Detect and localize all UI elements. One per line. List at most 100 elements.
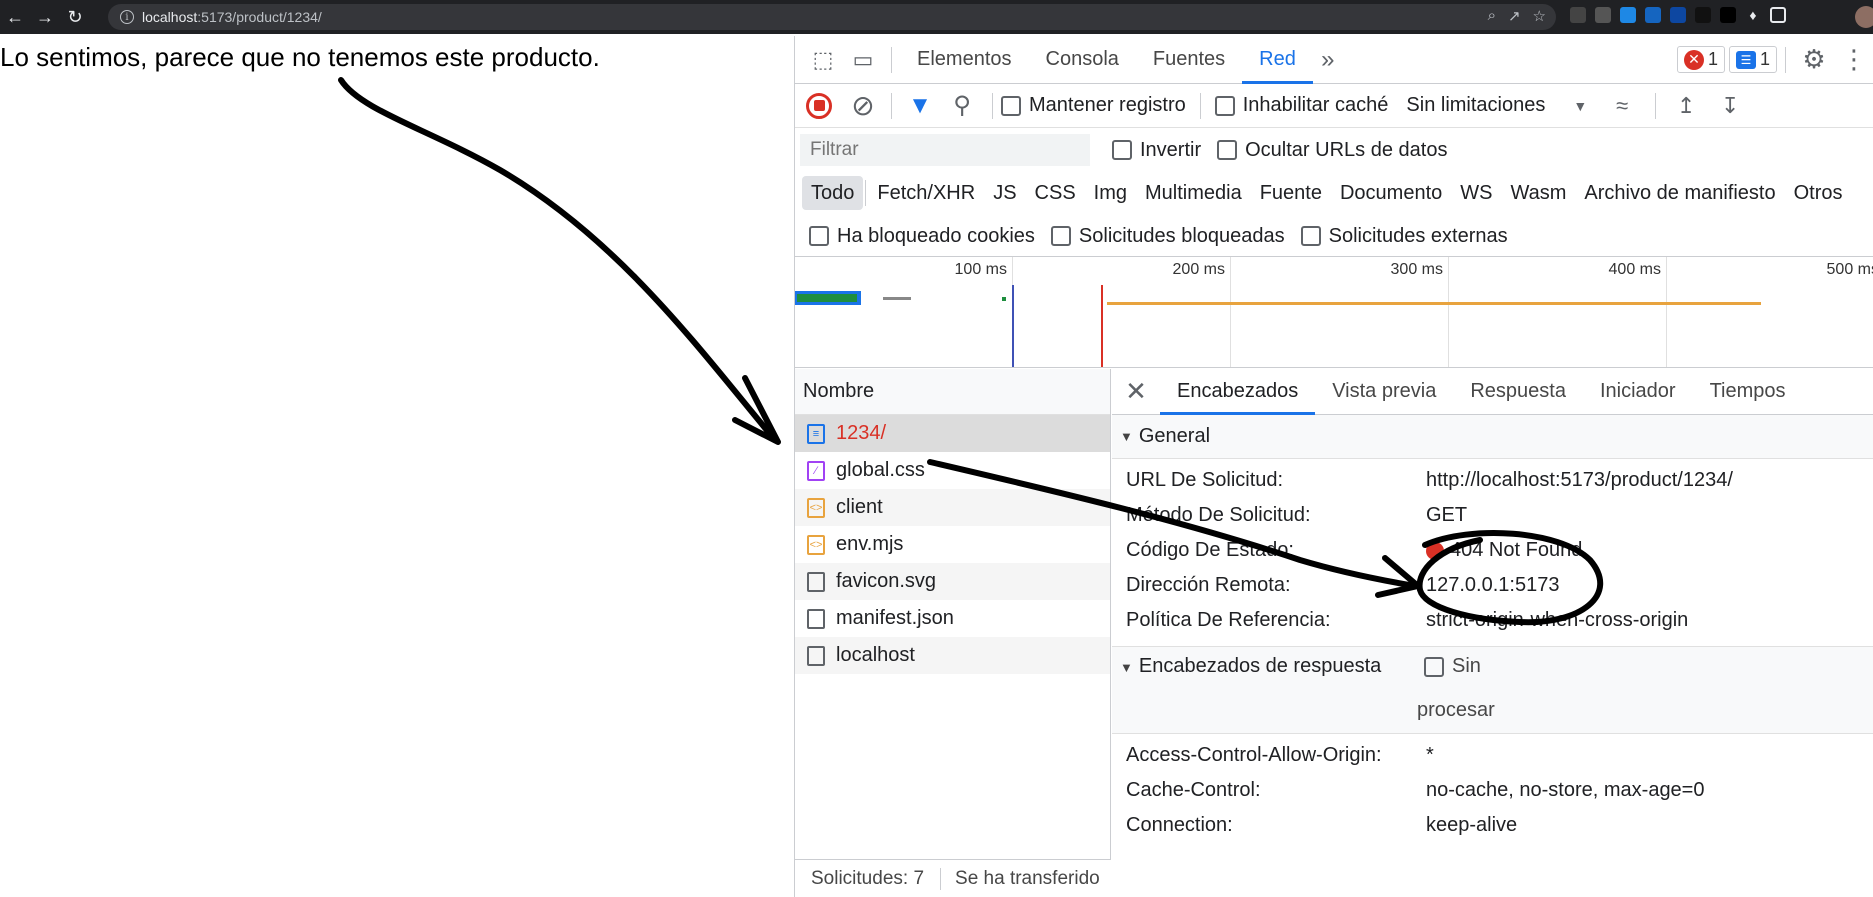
message-badge[interactable]: ☰ 1 — [1728, 46, 1777, 73]
type-filter-ws[interactable]: WS — [1451, 176, 1501, 210]
network-conditions-icon[interactable]: ≈ — [1597, 93, 1647, 119]
network-status-bar: Solicitudes: 7 Se ha transferido — [795, 859, 1111, 897]
timing-bar — [883, 297, 911, 300]
blocked-filters-row: Ha bloqueado cookies Solicitudes bloquea… — [795, 216, 1873, 256]
devtools-tab-bar: ⬚ ▭ Elementos Consola Fuentes Red » ✕ 1 … — [795, 36, 1873, 84]
clear-icon[interactable]: ⊘ — [843, 89, 883, 122]
share-icon[interactable]: ↗ — [1508, 7, 1521, 25]
forward-arrow-icon[interactable]: → — [30, 2, 60, 32]
request-row[interactable]: localhost — [795, 637, 1110, 674]
filter-funnel-icon[interactable]: ▼ — [900, 92, 940, 120]
search-icon[interactable]: ⚲ — [940, 91, 984, 120]
import-har-icon[interactable]: ↥ — [1664, 93, 1708, 119]
script-icon: <> — [807, 497, 825, 518]
close-icon[interactable]: ✕ — [1112, 376, 1160, 407]
request-row[interactable]: ∕ global.css — [795, 452, 1110, 489]
network-overview-timeline[interactable]: 100 ms 200 ms 300 ms 400 ms 500 ms — [795, 256, 1873, 368]
tab-initiator[interactable]: Iniciador — [1583, 369, 1693, 415]
extension-icon[interactable] — [1570, 7, 1586, 23]
type-filter-all[interactable]: Todo — [802, 176, 864, 210]
script-icon: <> — [807, 534, 825, 555]
raw-headers-checkbox[interactable]: Sin — [1424, 655, 1481, 678]
tick-label: 400 ms — [1608, 261, 1661, 278]
request-row[interactable]: ≡ 1234/ — [795, 415, 1110, 452]
error-badge[interactable]: ✕ 1 — [1676, 46, 1725, 73]
puzzle-extensions-icon[interactable]: ♦ — [1745, 7, 1761, 23]
extension-icon[interactable] — [1620, 7, 1636, 23]
type-filter-font[interactable]: Fuente — [1251, 176, 1331, 210]
device-toolbar-icon[interactable]: ▭ — [843, 47, 883, 73]
not-found-message: Lo sentimos, parece que no tenemos este … — [0, 42, 600, 72]
checkbox-box — [1214, 95, 1235, 116]
type-filter-other[interactable]: Otros — [1785, 176, 1852, 210]
request-row[interactable]: <> env.mjs — [795, 526, 1110, 563]
expand-triangle-icon: ▼ — [1120, 429, 1133, 444]
side-panel-icon[interactable] — [1770, 7, 1786, 23]
export-har-icon[interactable]: ↧ — [1708, 93, 1752, 119]
throttling-select[interactable]: Sin limitaciones ▼ — [1406, 94, 1587, 117]
timing-bar — [1002, 297, 1006, 301]
address-bar[interactable]: i localhost:5173/product/1234/ ⌕ ↗ ☆ — [108, 4, 1556, 30]
record-button[interactable] — [795, 92, 843, 119]
extension-icon[interactable] — [1595, 7, 1611, 23]
type-filter-manifest[interactable]: Archivo de manifiesto — [1575, 176, 1784, 210]
tab-network[interactable]: Red — [1242, 36, 1313, 84]
type-filter-doc[interactable]: Documento — [1331, 176, 1451, 210]
disable-cache-checkbox[interactable]: Inhabilitar caché — [1214, 94, 1388, 117]
reload-icon[interactable]: ↻ — [60, 2, 90, 32]
filter-input[interactable] — [800, 134, 1090, 166]
section-title: General — [1138, 425, 1211, 447]
request-row[interactable]: favicon.svg — [795, 563, 1110, 600]
type-filter-js[interactable]: JS — [984, 176, 1025, 210]
blocked-requests-checkbox[interactable]: Solicitudes bloqueadas — [1050, 224, 1285, 248]
profile-avatar[interactable] — [1855, 6, 1873, 28]
site-info-icon[interactable]: i — [120, 10, 134, 24]
invert-checkbox[interactable]: Invertir — [1112, 139, 1201, 162]
tab-console[interactable]: Consola — [1029, 36, 1136, 84]
tab-elements[interactable]: Elementos — [900, 36, 1029, 84]
extension-icon[interactable] — [1695, 7, 1711, 23]
tab-sources[interactable]: Fuentes — [1136, 36, 1242, 84]
stylesheet-icon: ∕ — [807, 460, 825, 481]
request-count: Solicitudes: 7 — [795, 867, 942, 890]
more-options-icon[interactable]: ⋮ — [1834, 44, 1873, 75]
tab-response[interactable]: Respuesta — [1453, 369, 1583, 415]
blocked-cookies-checkbox[interactable]: Ha bloqueado cookies — [809, 225, 1035, 248]
checkbox-box — [1217, 140, 1238, 160]
type-filter-wasm[interactable]: Wasm — [1501, 176, 1575, 210]
blocked-requests-label: Solicitudes bloqueadas — [1078, 224, 1285, 247]
settings-gear-icon[interactable]: ⚙ — [1794, 44, 1834, 75]
preserve-log-checkbox[interactable]: Mantener registro — [1001, 94, 1186, 117]
throttling-value: Sin limitaciones — [1406, 94, 1546, 116]
request-row[interactable]: <> client — [795, 489, 1110, 526]
raw-label-continued: procesar — [1417, 699, 1495, 721]
tab-headers[interactable]: Encabezados — [1160, 369, 1316, 415]
general-section-header[interactable]: ▼ General — [1112, 415, 1873, 459]
hide-data-urls-checkbox[interactable]: Ocultar URLs de datos — [1217, 139, 1447, 162]
more-tabs-icon[interactable]: » — [1313, 46, 1343, 74]
extension-icon[interactable] — [1720, 7, 1736, 23]
type-filter-img[interactable]: Img — [1085, 176, 1136, 210]
extension-icon[interactable] — [1670, 7, 1686, 23]
tab-timing[interactable]: Tiempos — [1693, 369, 1803, 415]
checkbox-box — [809, 226, 829, 246]
extension-icon[interactable] — [1645, 7, 1661, 23]
type-filter-media[interactable]: Multimedia — [1136, 176, 1251, 210]
zoom-icon[interactable]: ⌕ — [1488, 7, 1496, 25]
back-arrow-icon[interactable]: ← — [0, 2, 30, 32]
tab-preview[interactable]: Vista previa — [1315, 369, 1453, 415]
expand-triangle-icon: ▼ — [1120, 660, 1133, 675]
record-stop-icon — [806, 92, 832, 119]
type-filter-css[interactable]: CSS — [1026, 176, 1085, 210]
type-filter-fetch[interactable]: Fetch/XHR — [868, 176, 984, 210]
name-column-header[interactable]: Nombre — [795, 369, 1110, 415]
response-headers-section-header[interactable]: ▼ Encabezados de respuesta Sin procesar — [1112, 646, 1873, 734]
bookmark-star-icon[interactable]: ☆ — [1533, 7, 1546, 25]
request-row[interactable]: manifest.json — [795, 600, 1110, 637]
third-party-checkbox[interactable]: Solicitudes externas — [1300, 225, 1508, 248]
file-icon — [807, 608, 825, 629]
request-name: 1234/ — [836, 422, 887, 444]
inspect-element-icon[interactable]: ⬚ — [803, 47, 843, 73]
header-value: strict-origin-when-cross-origin — [1426, 609, 1689, 631]
annotation-arrowhead — [732, 375, 781, 445]
